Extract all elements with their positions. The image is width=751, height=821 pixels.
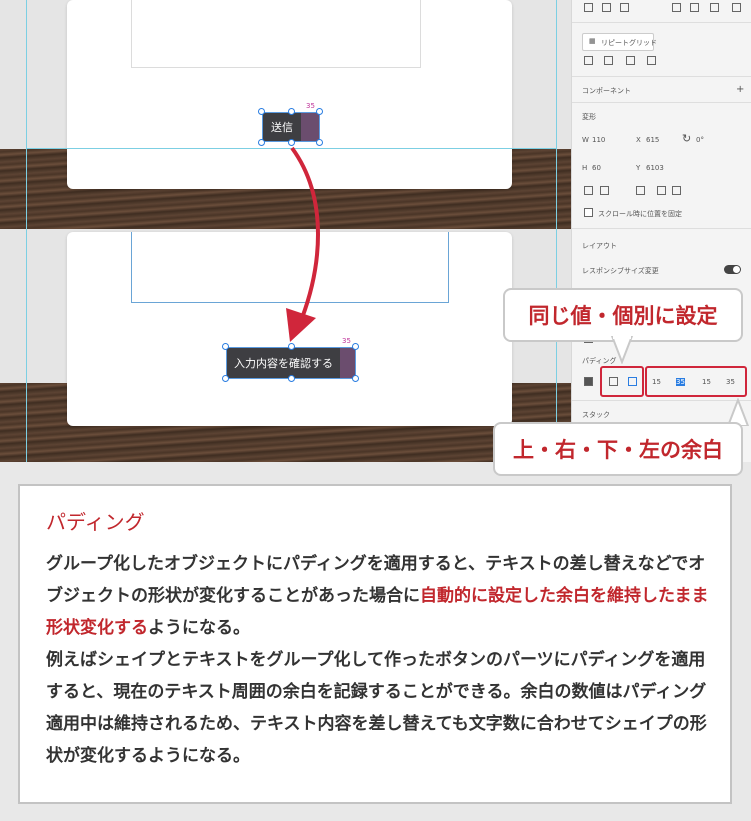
align-center-icon[interactable]: [690, 3, 699, 12]
component-section-label: コンポーネント: [582, 87, 631, 95]
callout-pointer-top: [610, 336, 634, 364]
fit-width-icon[interactable]: [636, 186, 645, 195]
boolean-add-icon[interactable]: [584, 56, 593, 65]
explanation-text: グループ化したオブジェクトにパディングを適用すると、テキストの差し替えなどでオブ…: [46, 548, 718, 772]
divider: [572, 22, 751, 23]
callout-same-individual: 同じ値・個別に設定: [503, 288, 743, 342]
align-top-icon[interactable]: [584, 3, 593, 12]
callout-sides: 上・右・下・左の余白: [493, 422, 743, 476]
stack-section-label: スタック: [582, 411, 610, 419]
transform-arrow: [286, 146, 320, 342]
boolean-intersect-icon[interactable]: [626, 56, 635, 65]
divider: [572, 102, 751, 103]
x-input[interactable]: 615: [646, 136, 659, 144]
fit-both-icon[interactable]: [672, 186, 681, 195]
align-right-icon[interactable]: [710, 3, 719, 12]
boolean-subtract-icon[interactable]: [604, 56, 613, 65]
explanation-title: パディング: [46, 510, 145, 534]
add-component-icon[interactable]: +: [736, 84, 744, 95]
rotate-icon: ↻: [682, 132, 692, 145]
highlight-padding-values: [645, 366, 747, 397]
align-bottom-icon[interactable]: [620, 3, 629, 12]
repeat-grid-button[interactable]: ▦ リピートグリッド: [582, 33, 657, 51]
callout-same-individual-text: 同じ値・個別に設定: [528, 304, 718, 328]
height-input[interactable]: 60: [592, 164, 601, 172]
fix-scroll-checkbox[interactable]: [584, 208, 593, 217]
align-left-icon[interactable]: [672, 3, 681, 12]
transform-section-label: 変形: [582, 113, 596, 121]
distribute-icon[interactable]: [732, 3, 741, 12]
explanation-para1-b: ようになる。: [148, 618, 250, 638]
width-input[interactable]: 110: [592, 136, 605, 144]
responsive-resize-label: レスポンシブサイズ変更: [582, 267, 659, 275]
boolean-exclude-icon[interactable]: [647, 56, 656, 65]
y-label: Y: [636, 164, 641, 172]
highlight-padding-mode: [600, 366, 644, 397]
padding-checkbox[interactable]: [584, 377, 593, 386]
width-label: W: [582, 136, 589, 144]
align-middle-icon[interactable]: [602, 3, 611, 12]
divider: [572, 228, 751, 229]
flip-vertical-icon[interactable]: [600, 186, 609, 195]
responsive-resize-toggle[interactable]: [724, 265, 741, 274]
divider: [572, 76, 751, 77]
explanation-box: パディング グループ化したオブジェクトにパディングを適用すると、テキストの差し替…: [18, 484, 732, 804]
callout-sides-text: 上・右・下・左の余白: [513, 438, 723, 462]
layout-section-label: レイアウト: [582, 242, 617, 250]
design-canvas[interactable]: 送信 35 入力内容を確認する 35: [0, 0, 571, 462]
flip-horizontal-icon[interactable]: [584, 186, 593, 195]
divider: [572, 400, 751, 401]
rotation-input[interactable]: 0°: [696, 136, 704, 144]
fix-scroll-label: スクロール時に位置を固定: [598, 210, 682, 218]
grid-icon: ▦: [589, 37, 596, 45]
fit-height-icon[interactable]: [657, 186, 666, 195]
x-label: X: [636, 136, 641, 144]
height-label: H: [582, 164, 588, 172]
y-input[interactable]: 6103: [646, 164, 664, 172]
explanation-para2: 例えばシェイプとテキストをグループ化して作ったボタンのパーツにパディングを適用す…: [46, 650, 707, 766]
repeat-grid-label: リピートグリッド: [601, 39, 657, 47]
